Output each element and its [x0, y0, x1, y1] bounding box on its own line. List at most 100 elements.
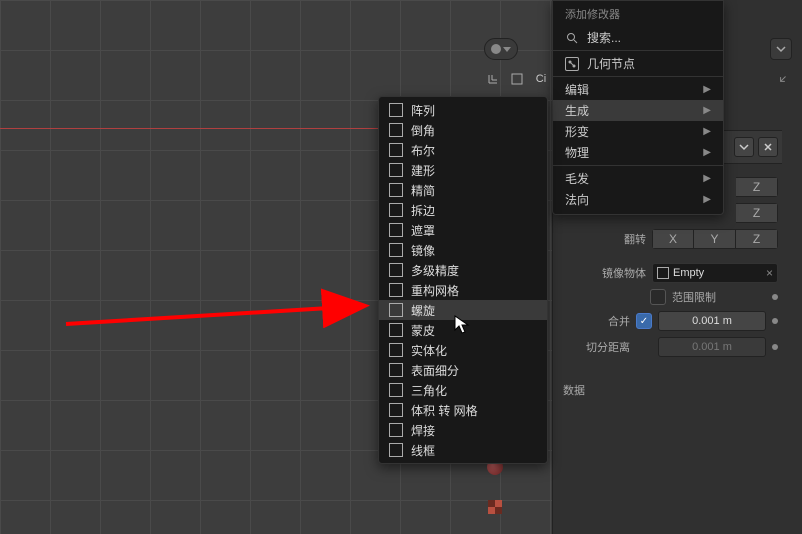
generate-item-7[interactable]: 镜像 — [379, 240, 547, 260]
generate-item-9[interactable]: 重构网格 — [379, 280, 547, 300]
axis-x-line — [0, 128, 380, 129]
overlay-checker-icon[interactable] — [484, 496, 506, 518]
menu-physics-label: 物理 — [565, 144, 589, 161]
generate-item-label: 阵列 — [411, 102, 435, 119]
shading-mode-dropdown[interactable] — [484, 38, 518, 60]
generate-item-label: 体积 转 网格 — [411, 402, 478, 419]
range-limit-checkbox[interactable] — [650, 289, 666, 305]
modifier-icon — [389, 223, 403, 237]
generate-item-label: 表面细分 — [411, 362, 459, 379]
modifier-icon — [389, 143, 403, 157]
menu-generate-label: 生成 — [565, 102, 589, 119]
modifier-icon — [389, 383, 403, 397]
menu-edit-label: 编辑 — [565, 81, 589, 98]
generate-item-5[interactable]: 拆边 — [379, 200, 547, 220]
modifier-icon — [389, 123, 403, 137]
property-dot-icon[interactable] — [772, 318, 778, 324]
property-dot-icon[interactable] — [772, 294, 778, 300]
chevron-right-icon: ▶ — [703, 105, 711, 116]
modifier-icon — [389, 443, 403, 457]
generate-item-3[interactable]: 建形 — [379, 160, 547, 180]
merge-row: 合并 0.001 m — [553, 308, 782, 334]
flip-label: 翻转 — [624, 231, 646, 247]
menu-geometry-nodes[interactable]: 几何节点 — [553, 53, 723, 74]
generate-item-label: 实体化 — [411, 342, 447, 359]
generate-item-11[interactable]: 蒙皮 — [379, 320, 547, 340]
menu-hair[interactable]: 毛发 ▶ — [553, 168, 723, 189]
modifier-icon — [389, 423, 403, 437]
cut-distance-field[interactable]: 0.001 m — [658, 337, 766, 357]
generate-item-label: 重构网格 — [411, 282, 459, 299]
geometry-nodes-icon — [565, 57, 579, 71]
generate-item-12[interactable]: 实体化 — [379, 340, 547, 360]
generate-submenu: 阵列倒角布尔建形精简拆边遮罩镜像多级精度重构网格螺旋蒙皮实体化表面细分三角化体积… — [378, 96, 548, 464]
add-modifier-header: 添加修改器 — [553, 1, 723, 27]
generate-item-15[interactable]: 体积 转 网格 — [379, 400, 547, 420]
remove-modifier-button[interactable] — [758, 137, 778, 157]
mirror-object-field[interactable]: Empty × — [652, 263, 778, 283]
menu-normals[interactable]: 法向 ▶ — [553, 189, 723, 210]
menu-edit[interactable]: 编辑 ▶ — [553, 79, 723, 100]
mirror-object-row: 镜像物体 Empty × — [553, 260, 782, 286]
menu-physics[interactable]: 物理 ▶ — [553, 142, 723, 163]
menu-search[interactable]: 搜索... — [553, 27, 723, 48]
generate-item-label: 三角化 — [411, 382, 447, 399]
range-limit-row: 范围限制 — [553, 286, 782, 308]
clear-object-button[interactable]: × — [766, 266, 773, 280]
sphere-icon — [491, 44, 501, 54]
menu-search-label: 搜索... — [587, 29, 621, 46]
flip-y-button[interactable]: Y — [694, 229, 736, 249]
generate-item-4[interactable]: 精简 — [379, 180, 547, 200]
generate-item-13[interactable]: 表面细分 — [379, 360, 547, 380]
modifier-icon — [389, 263, 403, 277]
menu-separator — [553, 50, 723, 51]
flip-z-button[interactable]: Z — [736, 229, 778, 249]
modifier-icon — [389, 163, 403, 177]
generate-item-1[interactable]: 倒角 — [379, 120, 547, 140]
generate-item-17[interactable]: 线框 — [379, 440, 547, 460]
menu-deform[interactable]: 形变 ▶ — [553, 121, 723, 142]
merge-label: 合并 — [608, 313, 630, 329]
flip-axis-buttons: X Y Z — [652, 229, 778, 249]
tool-icon[interactable] — [484, 70, 502, 88]
chevron-right-icon: ▶ — [703, 126, 711, 137]
generate-item-0[interactable]: 阵列 — [379, 100, 547, 120]
chevron-right-icon: ▶ — [703, 194, 711, 205]
mirror-object-value: Empty — [673, 267, 762, 279]
modifier-icon — [389, 363, 403, 377]
merge-distance-field[interactable]: 0.001 m — [658, 311, 766, 331]
modifier-icon — [389, 343, 403, 357]
chevron-right-icon: ▶ — [703, 84, 711, 95]
generate-item-label: 螺旋 — [411, 302, 435, 319]
generate-item-label: 焊接 — [411, 422, 435, 439]
generate-item-16[interactable]: 焊接 — [379, 420, 547, 440]
range-limit-label: 范围限制 — [672, 289, 766, 305]
object-name-cropped: Ci — [532, 70, 550, 88]
menu-deform-label: 形变 — [565, 123, 589, 140]
generate-item-8[interactable]: 多级精度 — [379, 260, 547, 280]
chevron-right-icon: ▶ — [703, 173, 711, 184]
property-dot-icon[interactable] — [772, 344, 778, 350]
axis-z-button[interactable]: Z — [736, 177, 778, 197]
empty-icon — [657, 267, 669, 279]
collapse-down-button[interactable] — [734, 137, 754, 157]
generate-item-label: 线框 — [411, 442, 435, 459]
menu-generate[interactable]: 生成 ▶ — [553, 100, 723, 121]
axis-z-button-2[interactable]: Z — [736, 203, 778, 223]
flip-x-button[interactable]: X — [652, 229, 694, 249]
panel-dropdown-button[interactable] — [770, 38, 792, 60]
mirror-object-label: 镜像物体 — [602, 265, 646, 281]
chevron-right-icon: ▶ — [703, 147, 711, 158]
generate-item-6[interactable]: 遮罩 — [379, 220, 547, 240]
merge-checkbox[interactable] — [636, 313, 652, 329]
generate-item-14[interactable]: 三角化 — [379, 380, 547, 400]
cut-label: 切分距离 — [586, 339, 630, 355]
cut-row: 切分距离 0.001 m — [553, 334, 782, 360]
pin-icon[interactable] — [774, 72, 790, 88]
object-icon[interactable] — [508, 70, 526, 88]
generate-item-label: 多级精度 — [411, 262, 459, 279]
modifier-icon — [389, 183, 403, 197]
generate-item-label: 倒角 — [411, 122, 435, 139]
generate-item-10[interactable]: 螺旋 — [379, 300, 547, 320]
generate-item-2[interactable]: 布尔 — [379, 140, 547, 160]
